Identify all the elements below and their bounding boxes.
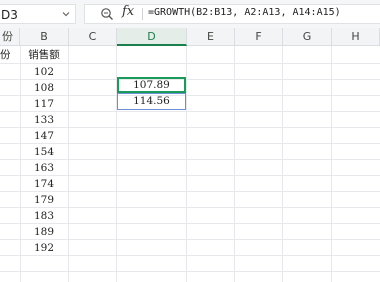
column-header-g[interactable]: G: [283, 28, 332, 46]
zoom-icon[interactable]: [100, 7, 114, 21]
column-header-a[interactable]: 份: [0, 28, 20, 46]
row-divider: [0, 271, 380, 272]
column-divider: [68, 46, 69, 282]
cell-b13[interactable]: 192: [20, 239, 68, 257]
fx-icon[interactable]: fx: [122, 4, 134, 19]
formula-text[interactable]: =GROWTH(B2:B13, A2:A13, A14:A15): [148, 7, 341, 18]
column-header-c[interactable]: C: [69, 28, 117, 46]
formula-bar: D3 fx =GROWTH(B2:B13, A2:A13, A14:A15): [0, 0, 380, 28]
cell-d4-value: 114.56: [133, 95, 170, 107]
column-divider: [282, 46, 283, 282]
cell-a1[interactable]: 份: [0, 46, 20, 64]
chevron-down-icon[interactable]: [61, 9, 71, 19]
column-header-b[interactable]: B: [20, 28, 69, 46]
column-header-h[interactable]: H: [332, 28, 380, 46]
name-box[interactable]: D3: [0, 4, 76, 24]
divider: [142, 8, 143, 20]
cell-d3-value: 107.89: [133, 79, 170, 91]
column-divider: [234, 46, 235, 282]
cell-reference: D3: [1, 8, 18, 22]
column-divider: [186, 46, 187, 282]
column-header-e[interactable]: E: [187, 28, 235, 46]
column-header-f[interactable]: F: [235, 28, 283, 46]
column-header-d[interactable]: D: [117, 28, 187, 46]
column-divider: [331, 46, 332, 282]
cell-b1[interactable]: 销售额: [20, 46, 68, 64]
